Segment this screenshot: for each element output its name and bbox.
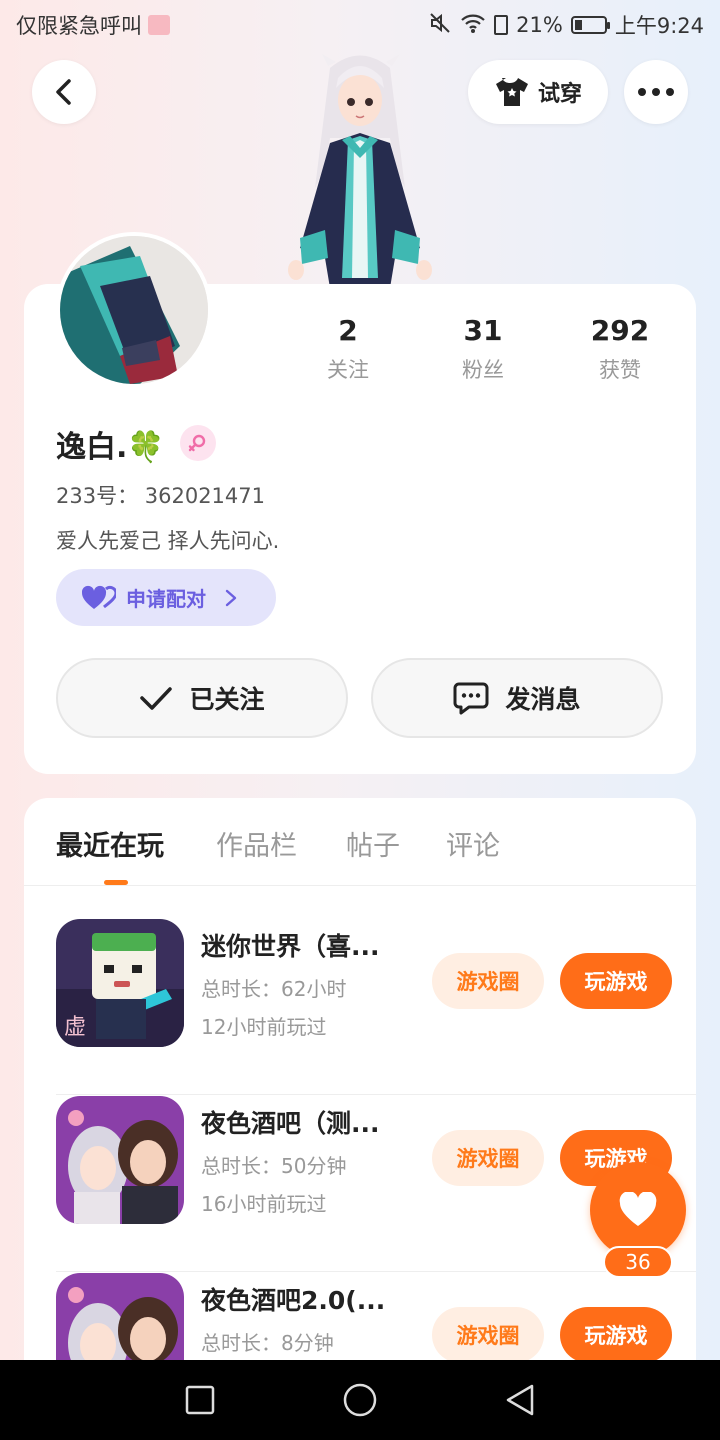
- tshirt-icon: [495, 78, 528, 106]
- back-button[interactable]: [32, 60, 96, 124]
- chat-bubble-icon: [453, 682, 489, 715]
- checkmark-icon: [140, 687, 173, 710]
- home-button[interactable]: [340, 1380, 380, 1420]
- followed-button[interactable]: 已关注: [56, 658, 348, 738]
- content-card: 最近在玩 作品栏 帖子 评论 虚 迷你世界（喜... 总时长：62小时 12小时…: [24, 798, 696, 1398]
- battery-icon: [570, 16, 610, 34]
- character-avatar-image[interactable]: [270, 48, 450, 288]
- like-count-badge: 36: [603, 1246, 673, 1278]
- game-last-played: 16小时前玩过: [201, 1192, 327, 1216]
- tab-recently-played[interactable]: 最近在玩: [56, 824, 164, 863]
- game-circle-button[interactable]: 游戏圈: [432, 953, 544, 1009]
- user-id: 233号： 362021471: [56, 484, 266, 508]
- game-last-played: 12小时前玩过: [201, 1015, 327, 1039]
- sim-icon: [494, 15, 509, 35]
- avatar-image: [60, 236, 208, 384]
- like-button[interactable]: [590, 1162, 686, 1258]
- emergency-only-text: 仅限紧急呼叫: [16, 14, 142, 38]
- female-gender-icon: [180, 425, 216, 461]
- more-options-button[interactable]: [624, 60, 688, 124]
- game-duration: 总时长：62小时: [201, 977, 347, 1001]
- status-bar: 仅限紧急呼叫 21% 上午9:24: [0, 0, 720, 48]
- system-navigation-bar: [0, 1360, 720, 1440]
- game-title: 夜色酒吧2.0(...: [201, 1286, 386, 1315]
- game-circle-button[interactable]: 游戏圈: [432, 1307, 544, 1363]
- wifi-icon: [460, 12, 486, 39]
- circle-icon: [343, 1383, 377, 1417]
- square-icon: [185, 1385, 215, 1415]
- chevron-right-icon: [225, 589, 237, 606]
- followed-label: 已关注: [189, 685, 265, 714]
- stat-fans[interactable]: 31 粉丝: [428, 312, 538, 384]
- heart-pair-icon: [82, 585, 116, 609]
- tab-comments[interactable]: 评论: [446, 824, 500, 863]
- more-dots-icon: [638, 88, 674, 96]
- heart-icon: [619, 1192, 657, 1226]
- row-divider: [56, 1094, 696, 1095]
- nickname-text: 逸白.🍀: [56, 430, 165, 465]
- game-circle-button[interactable]: 游戏圈: [432, 1130, 544, 1186]
- send-message-label: 发消息: [505, 685, 581, 714]
- nickname: 逸白.🍀: [56, 422, 165, 466]
- following-count: 2: [338, 314, 358, 347]
- profile-avatar[interactable]: [56, 232, 212, 388]
- request-pair-label: 申请配对: [126, 587, 206, 611]
- tab-posts[interactable]: 帖子: [346, 824, 400, 863]
- carrier-status: 仅限紧急呼叫: [16, 10, 170, 40]
- fans-count: 31: [463, 314, 503, 347]
- recent-apps-button[interactable]: [180, 1380, 220, 1420]
- play-game-button[interactable]: 玩游戏: [560, 953, 672, 1009]
- game-title: 迷你世界（喜...: [201, 932, 380, 961]
- triangle-back-icon: [506, 1384, 534, 1416]
- likes-label: 获赞: [599, 358, 641, 382]
- mute-icon: [428, 11, 452, 40]
- milk-box-icon: [148, 15, 170, 35]
- fans-label: 粉丝: [462, 358, 504, 382]
- request-pair-button[interactable]: 申请配对: [56, 569, 276, 626]
- profile-tabs: 最近在玩 作品栏 帖子 评论: [24, 798, 696, 886]
- row-divider: [56, 1271, 696, 1272]
- game-duration: 总时长：8分钟: [201, 1331, 334, 1355]
- following-label: 关注: [327, 358, 369, 382]
- try-on-button[interactable]: 试穿: [468, 60, 608, 124]
- game-duration: 总时长：50分钟: [201, 1154, 347, 1178]
- bio: 爱人先爱己 择人先问心.: [56, 529, 280, 553]
- game-title: 夜色酒吧（测...: [201, 1109, 380, 1138]
- active-tab-indicator: [104, 880, 128, 885]
- chevron-left-icon: [56, 79, 71, 105]
- stat-likes[interactable]: 292 获赞: [565, 312, 675, 384]
- back-nav-button[interactable]: [500, 1380, 540, 1420]
- try-on-label: 试穿: [537, 82, 582, 107]
- svg-text:虚: 虚: [64, 1015, 86, 1040]
- battery-percent: 21%: [516, 13, 563, 37]
- tab-works[interactable]: 作品栏: [216, 824, 297, 863]
- stat-following[interactable]: 2 关注: [293, 312, 403, 384]
- play-game-button[interactable]: 玩游戏: [560, 1307, 672, 1363]
- game-icon-mini-world[interactable]: 虚: [56, 919, 184, 1047]
- clock: 上午9:24: [614, 14, 704, 38]
- likes-count: 292: [590, 314, 650, 347]
- system-status: 21% 上午9:24: [428, 10, 704, 40]
- send-message-button[interactable]: 发消息: [371, 658, 663, 738]
- game-icon-night-bar[interactable]: [56, 1096, 184, 1224]
- game-list-item[interactable]: 虚 迷你世界（喜... 总时长：62小时 12小时前玩过 游戏圈 玩游戏: [56, 919, 696, 1095]
